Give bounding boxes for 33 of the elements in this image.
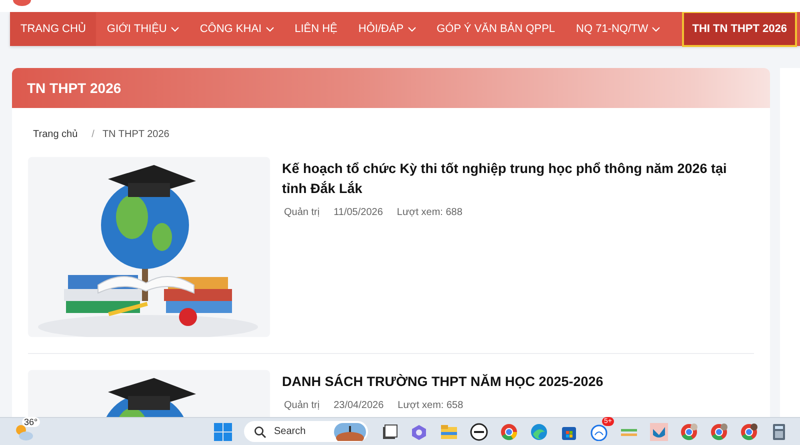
start-icon[interactable] (214, 422, 232, 440)
views-text: Lượt xem: 688 (396, 207, 462, 218)
search-icon (254, 426, 266, 438)
folder-icon[interactable] (440, 422, 458, 440)
breadcrumb-separator: / (92, 128, 94, 140)
author-text: Quản trị (284, 400, 320, 411)
page-title: TN THPT 2026 (27, 80, 122, 96)
nav-item[interactable]: THI TN THPT 2026 (683, 12, 796, 46)
browser-icon[interactable] (500, 422, 518, 440)
search-field[interactable]: Search (244, 421, 368, 442)
nav-item[interactable]: NQ 71-NQ/TW (566, 12, 671, 46)
date-text: 11/05/2026 (334, 207, 383, 218)
logo-icon (13, 0, 31, 6)
article-title-link[interactable]: Kế hoạch tổ chức Kỳ thi tốt nghiệp trung học phổ thông năm 2026 tại tỉnh Đắk Lắk (282, 159, 752, 199)
nav-item[interactable]: GIỚI THIỆU (96, 12, 190, 46)
author-text: Quản trị (284, 207, 320, 218)
search-placeholder: Search (274, 426, 307, 437)
nav-item[interactable]: HỎI/ĐÁP (348, 12, 426, 46)
breadcrumb-link[interactable]: Trang chủ (33, 128, 78, 140)
breadcrumb-link[interactable]: TN THPT 2026 (102, 128, 170, 140)
calculator-icon[interactable] (770, 422, 788, 440)
app-icon[interactable] (470, 422, 488, 440)
views-text: Lượt xem: 658 (398, 400, 464, 411)
article-title-link[interactable]: DANH SÁCH TRƯỜNG THPT NĂM HỌC 2025-2026 (282, 372, 752, 392)
browser-icon[interactable] (680, 422, 698, 440)
nav-item[interactable]: TRANG CHỦ (10, 12, 96, 46)
app-icon[interactable] (380, 422, 398, 440)
browser-icon[interactable] (710, 422, 728, 440)
nav-item[interactable]: GÓP Ý VĂN BẢN QPPL (426, 12, 566, 46)
nav-item[interactable]: CÔNG KHAI (189, 12, 284, 46)
date-text: 23/04/2026 (334, 400, 384, 411)
nav-item[interactable]: LIÊN HỆ (284, 12, 348, 46)
browser-icon[interactable] (740, 422, 758, 440)
